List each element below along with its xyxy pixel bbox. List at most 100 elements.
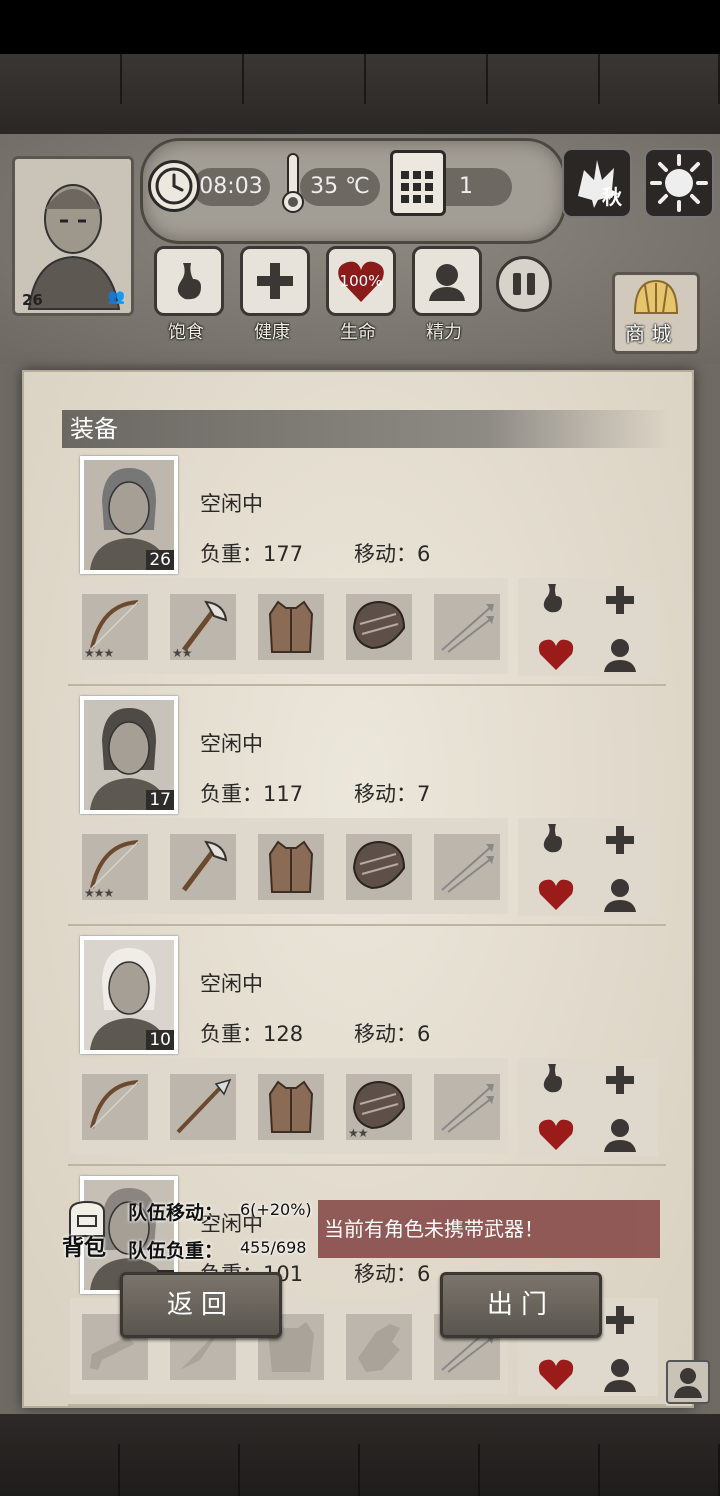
leader-portrait[interactable]: 26 👥 — [12, 156, 134, 316]
character-move: 移动：6 — [354, 1258, 430, 1288]
person-icon — [429, 264, 465, 301]
team-load-value: 455/698 — [240, 1238, 307, 1257]
character-stats[interactable] — [518, 578, 658, 676]
sun-icon — [650, 154, 708, 212]
card-divider — [68, 684, 666, 686]
equipment-slot-bow[interactable]: ★★★ — [82, 594, 148, 660]
satiety-label: 饱食 — [168, 322, 204, 343]
equipment-row: ★★★ ★★ — [70, 578, 508, 674]
backpack-button[interactable]: 背包 — [62, 1198, 118, 1261]
glove-empty-icon — [358, 1324, 400, 1372]
character-card[interactable]: 17 空闲中 负重：117 移动：7 ★★★ — [60, 696, 666, 936]
life-button[interactable]: 100% — [326, 246, 396, 316]
equipment-slot-vest[interactable] — [258, 594, 324, 660]
season-label: 秋 — [602, 185, 622, 209]
plank — [600, 54, 720, 104]
pause-bar — [527, 273, 535, 295]
equipment-slot-axe[interactable]: ★★ — [170, 594, 236, 660]
equipment-slot-vest[interactable] — [258, 834, 324, 900]
thermometer-icon — [280, 152, 306, 214]
character-level: 17 — [146, 790, 174, 810]
temperature-display: 35 ℃ — [300, 168, 380, 206]
character-load: 负重：128 — [200, 1018, 303, 1048]
character-stat-icons — [538, 824, 636, 912]
plank — [600, 1444, 720, 1496]
equipment-row: ★★ — [70, 1058, 508, 1154]
card-divider — [68, 1164, 666, 1166]
equipment-row: ★★★ — [70, 818, 508, 914]
life-label: 生命 — [340, 322, 376, 343]
wood-frame-top — [0, 54, 720, 134]
character-move: 移动：7 — [354, 778, 430, 808]
back-button[interactable]: 返回 — [120, 1272, 282, 1338]
side-person-icon[interactable] — [666, 1360, 710, 1404]
character-portrait[interactable]: 17 — [80, 696, 178, 814]
character-stats[interactable] — [518, 818, 658, 916]
pause-bar — [513, 273, 521, 295]
energy-button[interactable] — [412, 246, 482, 316]
depart-button[interactable]: 出门 — [440, 1272, 602, 1338]
equipment-slot-helmet[interactable]: ★★ — [346, 1074, 412, 1140]
character-stat-icons — [538, 584, 636, 672]
equipment-slot-bow[interactable] — [82, 1074, 148, 1140]
equipment-slot-vest[interactable] — [258, 1074, 324, 1140]
move-label: 移动： — [354, 1022, 417, 1046]
character-portrait[interactable]: 10 — [80, 936, 178, 1054]
character-card[interactable]: 26 空闲中 负重：177 移动：6 ★★★ ★★ — [60, 456, 666, 696]
character-portrait[interactable]: 26 — [80, 456, 178, 574]
load-value: 177 — [263, 542, 304, 566]
arrows-icon — [441, 604, 494, 653]
helmet-icon — [352, 840, 406, 890]
equipment-slot-arrows[interactable] — [434, 1074, 500, 1140]
move-value: 6 — [417, 1262, 431, 1286]
plank — [360, 1444, 480, 1496]
load-value: 128 — [263, 1022, 304, 1046]
character-move: 移动：6 — [354, 1018, 430, 1048]
character-level: 26 — [146, 550, 174, 570]
star-rating: ★★ — [172, 646, 192, 660]
character-card[interactable]: 10 空闲中 负重：128 移动：6 ★★ — [60, 936, 666, 1176]
life-value: 100% — [339, 272, 383, 290]
plank — [240, 1444, 360, 1496]
team-icon: 👥 — [107, 289, 125, 305]
team-move-label: 队伍移动： — [128, 1202, 224, 1224]
equipment-slot-arrows[interactable] — [434, 594, 500, 660]
card-divider — [68, 924, 666, 926]
equipment-slot-helmet[interactable] — [346, 834, 412, 900]
season-button[interactable]: 秋 — [562, 148, 632, 218]
team-load-label: 队伍负重： — [128, 1240, 224, 1262]
character-load: 负重：177 — [200, 538, 303, 568]
equipment-slot-arrows[interactable] — [434, 834, 500, 900]
move-value: 6 — [417, 542, 431, 566]
plank — [0, 54, 122, 104]
character-stats[interactable] — [518, 1058, 658, 1156]
character-status: 空闲中 — [200, 492, 263, 516]
shop-button[interactable]: 商 城 — [612, 272, 700, 354]
warning-toast: 当前有角色未携带武器！ — [318, 1200, 660, 1258]
health-button[interactable] — [240, 246, 310, 316]
weather-button[interactable] — [644, 148, 714, 218]
vest-icon — [268, 840, 314, 893]
satiety-button[interactable] — [154, 246, 224, 316]
equipment-slot-glove-empty[interactable] — [346, 1314, 412, 1380]
equipment-slot-bow[interactable]: ★★★ — [82, 834, 148, 900]
arrows-icon — [441, 844, 494, 893]
plank — [120, 1444, 240, 1496]
arrows-icon — [441, 1084, 494, 1133]
star-rating: ★★★ — [84, 886, 114, 900]
energy-label: 精力 — [426, 322, 462, 343]
health-label: 健康 — [254, 322, 290, 343]
pause-button[interactable] — [496, 256, 552, 312]
equipment-slot-helmet[interactable] — [346, 594, 412, 660]
equipment-slot-axe[interactable] — [170, 834, 236, 900]
plank — [488, 54, 600, 104]
status-bar — [0, 0, 720, 54]
equipment-slot-spear[interactable] — [170, 1074, 236, 1140]
character-move: 移动：6 — [354, 538, 430, 568]
load-label: 负重： — [200, 782, 263, 806]
move-label: 移动： — [354, 782, 417, 806]
axe-icon — [182, 840, 228, 892]
person-glyph — [674, 1368, 702, 1398]
character-load: 负重：117 — [200, 778, 303, 808]
stomach-icon — [177, 263, 201, 300]
